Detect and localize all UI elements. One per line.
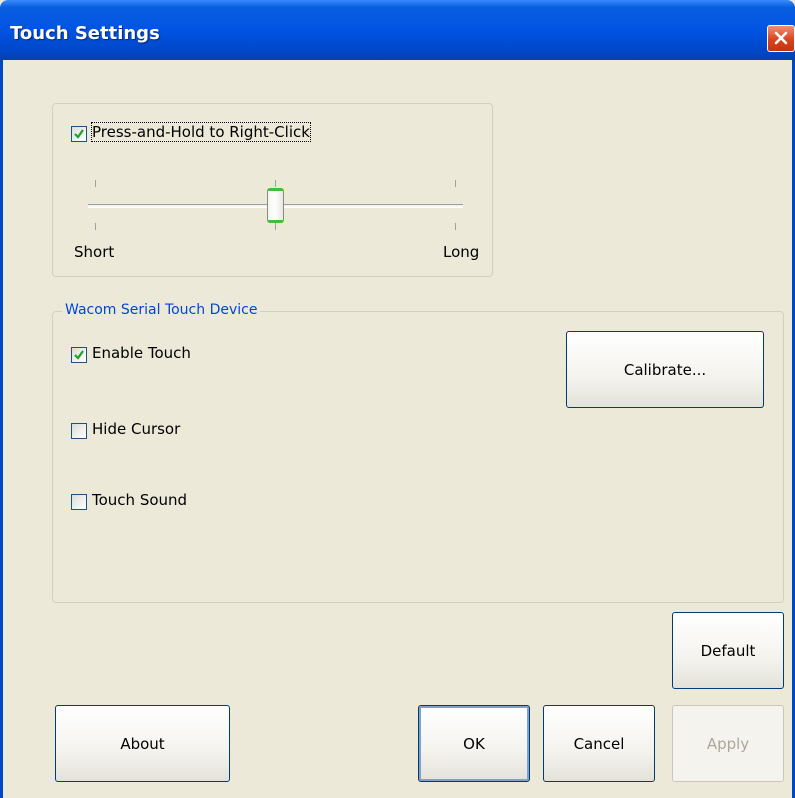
window-border-left (0, 60, 3, 798)
close-button[interactable] (767, 25, 795, 52)
apply-button[interactable]: Apply (672, 705, 784, 782)
calibrate-button[interactable]: Calibrate... (566, 331, 764, 408)
ok-button[interactable]: OK (418, 705, 530, 782)
checkmark-icon (74, 350, 84, 360)
slider-min-label: Short (74, 243, 115, 261)
slider-tick (95, 223, 96, 230)
touch-sound-checkbox[interactable] (71, 494, 87, 510)
hide-cursor-checkbox[interactable] (71, 423, 87, 439)
checkmark-icon (74, 129, 84, 139)
enable-touch-label[interactable]: Enable Touch (92, 344, 191, 362)
title-bar[interactable]: Touch Settings (0, 0, 795, 60)
press-hold-checkbox[interactable] (71, 126, 87, 142)
window-title: Touch Settings (10, 23, 160, 44)
slider-tick (455, 223, 456, 230)
slider-max-label: Long (443, 243, 480, 261)
default-button[interactable]: Default (672, 612, 784, 689)
slider-tick (275, 180, 276, 187)
hold-duration-slider-thumb[interactable] (267, 188, 284, 223)
device-group-title: Wacom Serial Touch Device (62, 302, 261, 318)
slider-tick (455, 180, 456, 187)
slider-tick (95, 180, 96, 187)
press-hold-label[interactable]: Press-and-Hold to Right-Click (91, 122, 311, 142)
enable-touch-checkbox[interactable] (71, 347, 87, 363)
cancel-button[interactable]: Cancel (543, 705, 655, 782)
touch-sound-label[interactable]: Touch Sound (92, 491, 187, 509)
about-button[interactable]: About (55, 705, 230, 782)
slider-tick (275, 223, 276, 230)
hide-cursor-label[interactable]: Hide Cursor (92, 420, 180, 438)
close-icon (774, 31, 788, 45)
